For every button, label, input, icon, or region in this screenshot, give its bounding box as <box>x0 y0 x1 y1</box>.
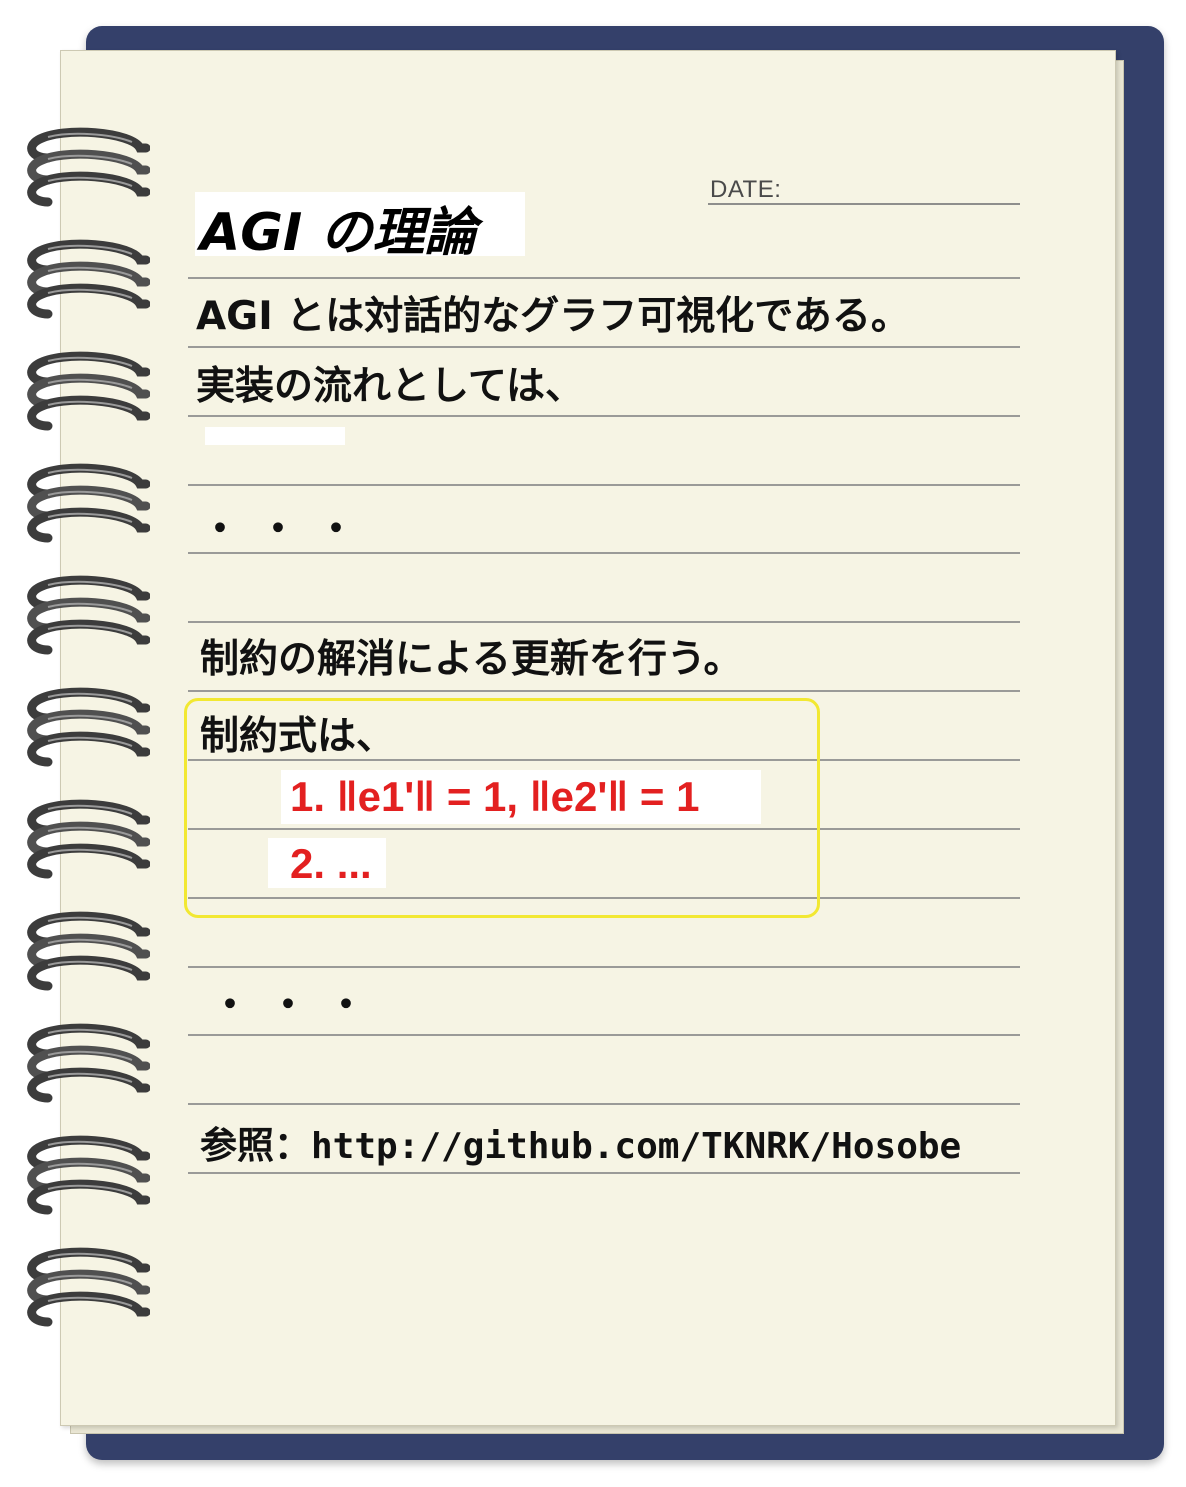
spiral-ring-icon <box>22 344 150 436</box>
ruled-line <box>188 277 1020 279</box>
spiral-ring-icon <box>22 1128 150 1220</box>
reference-line: 参照：http://github.com/TKNRK/Hosobe <box>200 1115 961 1169</box>
reference-url: http://github.com/TKNRK/Hosobe <box>311 1126 962 1167</box>
date-label: DATE: <box>710 176 782 203</box>
ruled-line <box>188 966 1020 968</box>
ruled-line <box>188 621 1020 623</box>
ruled-line <box>188 690 1020 692</box>
spiral-ring-icon <box>22 1240 150 1332</box>
ruled-line <box>188 1172 1020 1174</box>
text-line-flow: 実装の流れとしては、 <box>196 364 585 409</box>
ellipsis-text: ・・・ <box>210 982 384 1028</box>
ruled-line <box>188 346 1020 348</box>
ellipsis-text: ・・・ <box>200 506 374 552</box>
constraint-item-1: 1. ‖e1'‖ = 1, ‖e2'‖ = 1 <box>290 773 700 820</box>
spiral-ring-icon <box>22 680 150 772</box>
page-title: AGI の理論 <box>200 203 477 263</box>
reference-label: 参照： <box>200 1124 311 1167</box>
text-line-definition: AGI とは対話的なグラフ可視化である。 <box>196 294 910 339</box>
spiral-ring-icon <box>22 904 150 996</box>
spiral-ring-icon <box>22 792 150 884</box>
spiral-ring-icon <box>22 120 150 212</box>
redacted-bar <box>205 427 345 445</box>
notebook: DATE: AGI の理論 AGI とは対話的なグラフ可視化である。 実装の流れ… <box>0 0 1186 1487</box>
spiral-ring-icon <box>22 1016 150 1108</box>
text-line-update: 制約の解消による更新を行う。 <box>200 637 743 682</box>
spiral-ring-icon <box>22 456 150 548</box>
spiral-ring-icon <box>22 232 150 324</box>
ruled-line <box>188 1034 1020 1036</box>
ruled-line <box>188 415 1020 417</box>
ruled-line <box>188 484 1020 486</box>
date-line <box>708 203 1020 205</box>
ruled-line <box>188 1103 1020 1105</box>
constraint-item-2: 2. ... <box>290 840 372 887</box>
spiral-ring-icon <box>22 568 150 660</box>
